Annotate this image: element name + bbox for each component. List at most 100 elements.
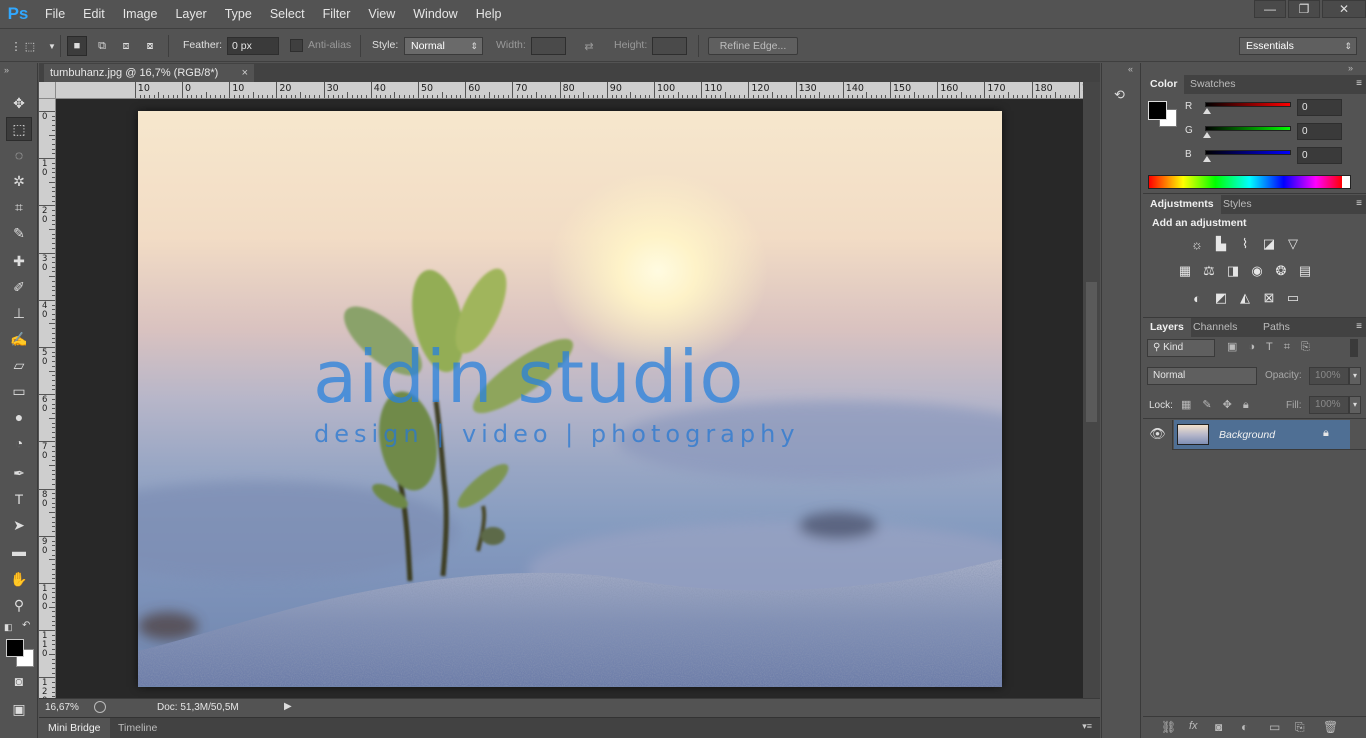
canvas-image[interactable]: aidin studio design | video | photograph… — [138, 111, 1002, 687]
channel-slider-track[interactable] — [1205, 126, 1291, 131]
color-fg-swatch[interactable] — [1148, 101, 1167, 120]
ruler-origin[interactable] — [39, 82, 56, 99]
channel-slider-track[interactable] — [1205, 150, 1291, 155]
width-input[interactable] — [531, 37, 566, 55]
zoom-tool-icon[interactable]: ⚲ — [6, 593, 32, 617]
eraser-tool-icon[interactable]: ▱ — [6, 353, 32, 377]
height-input[interactable] — [652, 37, 687, 55]
new-adjustment-layer-icon[interactable]: ◐ — [1241, 720, 1248, 734]
document-tab[interactable]: tumbuhanz.jpg @ 16,7% (RGB/8*) × — [44, 64, 254, 82]
vertical-scrollbar[interactable] — [1083, 82, 1100, 700]
vibrance-icon[interactable]: ▽ — [1283, 235, 1303, 253]
marquee-preset-icon[interactable]: ⬚ — [20, 36, 40, 56]
link-layers-icon[interactable]: ⛓ — [1161, 720, 1176, 734]
restore-button[interactable]: ❐ — [1288, 0, 1320, 18]
move-tool-icon[interactable]: ✥ — [6, 91, 32, 115]
vertical-ruler[interactable]: 0 1 0 2 0 3 0 4 0 5 0 6 0 7 0 8 0 9 0 1 0 0 1 1 0 1 … — [39, 99, 56, 700]
fill-dropdown-icon[interactable]: ▾ — [1349, 396, 1361, 414]
levels-icon[interactable]: ▙ — [1211, 235, 1231, 253]
menu-view[interactable]: View — [359, 0, 404, 28]
brightness-icon[interactable]: ☼ — [1187, 235, 1207, 253]
tab-swatches[interactable]: Swatches — [1183, 75, 1243, 94]
blend-mode-select[interactable]: Normal — [1147, 367, 1257, 385]
preset-dropdown-icon[interactable]: ▼ — [42, 36, 62, 56]
horizontal-ruler[interactable]: 10 0 10 20 30 40 50 60 70 80 90 100 110 120 130 140 150 1… — [56, 82, 1083, 99]
lock-options-icons[interactable]: ▦✎✥🔒︎ — [1181, 398, 1260, 412]
foreground-color-swatch[interactable] — [6, 639, 24, 657]
clone-stamp-tool-icon[interactable]: ⊥ — [6, 301, 32, 325]
healing-brush-tool-icon[interactable]: ✚ — [6, 249, 32, 273]
default-colors-icon[interactable]: ◧ — [4, 622, 13, 633]
tab-styles[interactable]: Styles — [1216, 195, 1259, 214]
tab-timeline[interactable]: Timeline — [109, 718, 166, 738]
channel-value-input[interactable]: 0 — [1297, 99, 1342, 116]
color-lookup-icon[interactable]: ▤ — [1295, 262, 1315, 280]
threshold-icon[interactable]: ◭ — [1235, 289, 1255, 307]
fill-input[interactable]: 100% — [1309, 396, 1349, 414]
panel-menu-icon[interactable]: ≡ — [1356, 78, 1362, 89]
close-tab-icon[interactable]: × — [242, 64, 248, 82]
layer-style-icon[interactable]: fx — [1189, 720, 1198, 732]
new-selection-icon[interactable]: ■ — [67, 36, 87, 56]
menu-help[interactable]: Help — [467, 0, 511, 28]
channel-mixer-icon[interactable]: ❂ — [1271, 262, 1291, 280]
posterize-icon[interactable]: ◩ — [1211, 289, 1231, 307]
channel-slider-track[interactable] — [1205, 102, 1291, 107]
tab-adjustments[interactable]: Adjustments — [1143, 195, 1221, 214]
path-selection-tool-icon[interactable]: ➤ — [6, 513, 32, 537]
type-tool-icon[interactable]: T — [6, 487, 32, 511]
menu-file[interactable]: File — [36, 0, 74, 28]
visibility-eye-icon[interactable]: 👁︎ — [1143, 420, 1173, 450]
refine-edge-button[interactable]: Refine Edge... — [708, 37, 798, 55]
hue-saturation-icon[interactable]: ▦ — [1175, 262, 1195, 280]
panel-menu-icon[interactable]: ≡ — [1356, 198, 1362, 209]
channel-slider-thumb[interactable] — [1203, 108, 1211, 114]
menu-window[interactable]: Window — [404, 0, 466, 28]
expand-dock-icon[interactable]: « — [1128, 64, 1133, 74]
channel-value-input[interactable]: 0 — [1297, 123, 1342, 140]
blur-tool-icon[interactable]: ● — [6, 405, 32, 429]
history-icon[interactable]: ⟲ — [1114, 87, 1132, 107]
minimize-button[interactable]: — — [1254, 0, 1286, 18]
gradient-tool-icon[interactable]: ▭ — [6, 379, 32, 403]
rect-marquee-tool-icon[interactable]: ⬚ — [6, 117, 32, 141]
hand-tool-icon[interactable]: ✋ — [6, 567, 32, 591]
menu-type[interactable]: Type — [216, 0, 261, 28]
menu-filter[interactable]: Filter — [314, 0, 360, 28]
curves-icon[interactable]: ⌇ — [1235, 235, 1255, 253]
filter-toggle[interactable] — [1350, 339, 1358, 357]
swap-colors-icon[interactable]: ↶ — [22, 620, 30, 631]
eyedropper-tool-icon[interactable]: ✎ — [6, 221, 32, 245]
quick-mask-icon[interactable]: ◙ — [6, 669, 32, 693]
exposure-icon[interactable]: ◪ — [1259, 235, 1279, 253]
menu-select[interactable]: Select — [261, 0, 314, 28]
layer-name[interactable]: Background — [1219, 429, 1275, 441]
delete-layer-icon[interactable]: 🗑︎ — [1323, 720, 1338, 734]
pen-tool-icon[interactable]: ✒ — [6, 461, 32, 485]
panel-menu-icon[interactable]: ≡ — [1356, 321, 1362, 332]
collapse-panel-icon[interactable]: » — [1348, 63, 1353, 73]
shape-tool-icon[interactable]: ▬ — [6, 539, 32, 563]
scroll-thumb[interactable] — [1086, 282, 1097, 422]
color-spectrum-bar[interactable] — [1148, 175, 1351, 189]
workspace-select[interactable]: Essentials — [1239, 37, 1357, 55]
status-menu-arrow-icon[interactable]: ▶ — [284, 701, 296, 715]
gradient-map-icon[interactable]: ▭ — [1283, 289, 1303, 307]
feather-input[interactable]: 0 px — [227, 37, 279, 55]
channel-slider-thumb[interactable] — [1203, 156, 1211, 162]
layer-filter-icons[interactable]: ▣◑T⌗⎘ — [1227, 340, 1321, 354]
color-balance-icon[interactable]: ⚖ — [1199, 262, 1219, 280]
invert-icon[interactable]: ◐ — [1187, 289, 1207, 307]
magic-wand-tool-icon[interactable]: ✲ — [6, 169, 32, 193]
channel-slider-thumb[interactable] — [1203, 132, 1211, 138]
collapse-icon[interactable]: » — [4, 65, 9, 75]
status-info-icon[interactable] — [94, 701, 106, 713]
tab-paths[interactable]: Paths — [1256, 318, 1297, 337]
swap-icon[interactable]: ⇄ — [579, 36, 599, 56]
antialias-checkbox[interactable] — [290, 39, 303, 52]
menu-edit[interactable]: Edit — [74, 0, 114, 28]
tab-color[interactable]: Color — [1143, 75, 1185, 94]
tab-layers[interactable]: Layers — [1143, 318, 1191, 337]
tab-channels[interactable]: Channels — [1186, 318, 1244, 337]
filter-kind-select[interactable]: ⚲ Kind — [1147, 339, 1215, 357]
